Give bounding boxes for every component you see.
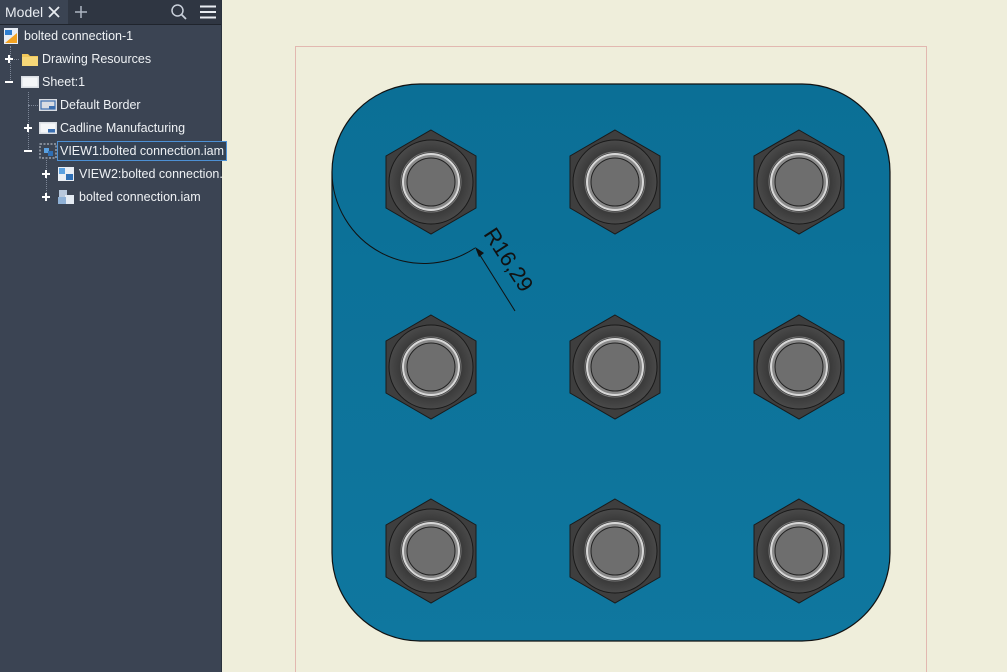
projected-view-icon — [58, 167, 74, 181]
tab-model-label: Model — [5, 4, 44, 20]
drawing-canvas[interactable]: R16,29 — [222, 0, 1007, 672]
tree-item-label: VIEW2:bolted connection.iam — [79, 167, 222, 181]
sheet-icon — [21, 76, 39, 88]
hamburger-menu-icon[interactable] — [199, 3, 217, 21]
drawing-view-icon — [39, 143, 57, 159]
tree-item-label: bolted connection.iam — [79, 190, 201, 204]
inventor-drawing-window: Model bolted connection-1 Drawing Resour… — [0, 0, 1007, 672]
add-tab-icon[interactable] — [73, 4, 89, 20]
tree-item-label: Default Border — [60, 98, 141, 112]
tree-item-label: Drawing Resources — [42, 52, 152, 66]
model-browser-panel: Model bolted connection-1 Drawing Resour… — [0, 0, 227, 672]
border-icon — [39, 99, 57, 111]
tree-item-title-block[interactable]: Cadline Manufacturing — [0, 118, 222, 138]
search-icon[interactable] — [170, 3, 188, 21]
browser-tab-bar: Model — [0, 0, 221, 25]
tree-item-label: bolted connection-1 — [24, 29, 134, 43]
tree-item-drawing-resources[interactable]: Drawing Resources — [0, 49, 222, 69]
tree-item-view2[interactable]: VIEW2:bolted connection.iam — [0, 164, 222, 184]
assembly-icon — [58, 190, 74, 204]
title-block-icon — [39, 122, 57, 134]
collapse-icon[interactable] — [23, 146, 33, 156]
close-icon[interactable] — [46, 4, 62, 20]
folder-icon — [22, 54, 38, 66]
expand-icon[interactable] — [41, 192, 51, 202]
expand-icon[interactable] — [4, 54, 14, 64]
expand-icon[interactable] — [23, 123, 33, 133]
collapse-icon[interactable] — [4, 77, 14, 87]
expand-icon[interactable] — [41, 169, 51, 179]
tree-item-label: VIEW1:bolted connection.iam — [57, 141, 227, 161]
tree-item-label: Cadline Manufacturing — [60, 121, 186, 135]
tree-item-label: Sheet:1 — [42, 75, 86, 89]
tree-item-sheet[interactable]: Sheet:1 — [0, 72, 222, 92]
tree-item-view1[interactable]: VIEW1:bolted connection.iam — [0, 141, 227, 161]
tree-item-default-border[interactable]: Default Border — [0, 95, 222, 115]
drawing-doc-icon — [4, 28, 18, 44]
tree-item-assembly[interactable]: bolted connection.iam — [0, 187, 222, 207]
tree-item-drawing[interactable]: bolted connection-1 — [0, 26, 222, 46]
